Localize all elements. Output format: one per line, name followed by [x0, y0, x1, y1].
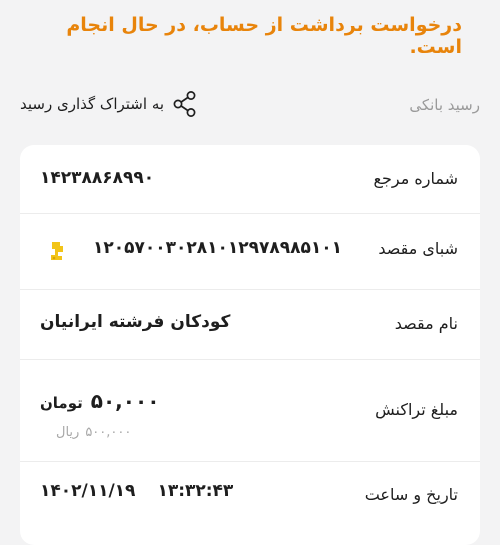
receipt-card: شماره مرجع ۱۴۲۳۸۸۶۸۹۹۰ شبای مقصد ۱۲۰۵۷۰۰…: [20, 145, 480, 545]
share-icon: [172, 90, 198, 118]
share-receipt-button[interactable]: به اشتراک گذاری رسید: [20, 90, 198, 118]
amount-toman-unit: تومان: [40, 394, 83, 412]
bank-logo-icon: [49, 240, 65, 262]
share-receipt-label: به اشتراک گذاری رسید: [20, 95, 165, 113]
receipt-row-datetime: تاریخ و ساعت ۱۴۰۲/۱۱/۱۹ ۱۳:۳۲:۴۳: [20, 461, 480, 531]
date-value: ۱۴۰۲/۱۱/۱۹: [40, 481, 136, 501]
amount-rial-unit: ریال: [56, 425, 80, 440]
datetime-value: ۱۴۰۲/۱۱/۱۹ ۱۳:۳۲:۴۳: [40, 481, 233, 501]
reference-value[interactable]: ۱۴۲۳۸۸۶۸۹۹۰: [40, 168, 154, 188]
receipt-title: رسید بانکی: [409, 96, 480, 114]
amount-rial: ۵۰۰,۰۰۰ ریال: [56, 425, 131, 440]
receipt-row-reference: شماره مرجع ۱۴۲۳۸۸۶۸۹۹۰: [20, 145, 480, 214]
destination-sheba-label: شبای مقصد: [378, 239, 458, 258]
receipt-header: رسید بانکی به اشتراک گذاری رسید: [20, 88, 480, 124]
amount-toman-value: ۵۰,۰۰۰: [90, 389, 160, 413]
destination-sheba-value[interactable]: ۱۲۰۵۷۰۰۳۰۲۸۱۰۱۲۹۷۸۹۸۵۱۰۱: [93, 238, 342, 258]
time-value: ۱۳:۳۲:۴۳: [157, 481, 234, 501]
receipt-row-destination-sheba: شبای مقصد ۱۲۰۵۷۰۰۳۰۲۸۱۰۱۲۹۷۸۹۸۵۱۰۱: [20, 213, 480, 290]
amount-rial-value: ۵۰۰,۰۰۰: [85, 425, 132, 440]
destination-name-value: کودکان فرشته ایرانیان: [40, 312, 231, 332]
reference-label: شماره مرجع: [373, 169, 458, 188]
receipt-row-destination-name: نام مقصد کودکان فرشته ایرانیان: [20, 289, 480, 360]
amount-label: مبلغ تراکنش: [375, 400, 458, 419]
transaction-status-message: درخواست برداشت از حساب، در حال انجام است…: [66, 14, 462, 58]
amount-toman: ۵۰,۰۰۰ تومان: [40, 389, 159, 413]
destination-name-label: نام مقصد: [394, 314, 458, 333]
receipt-row-amount: مبلغ تراکنش ۵۰,۰۰۰ تومان ۵۰۰,۰۰۰ ریال: [20, 359, 480, 462]
datetime-label: تاریخ و ساعت: [364, 485, 458, 504]
